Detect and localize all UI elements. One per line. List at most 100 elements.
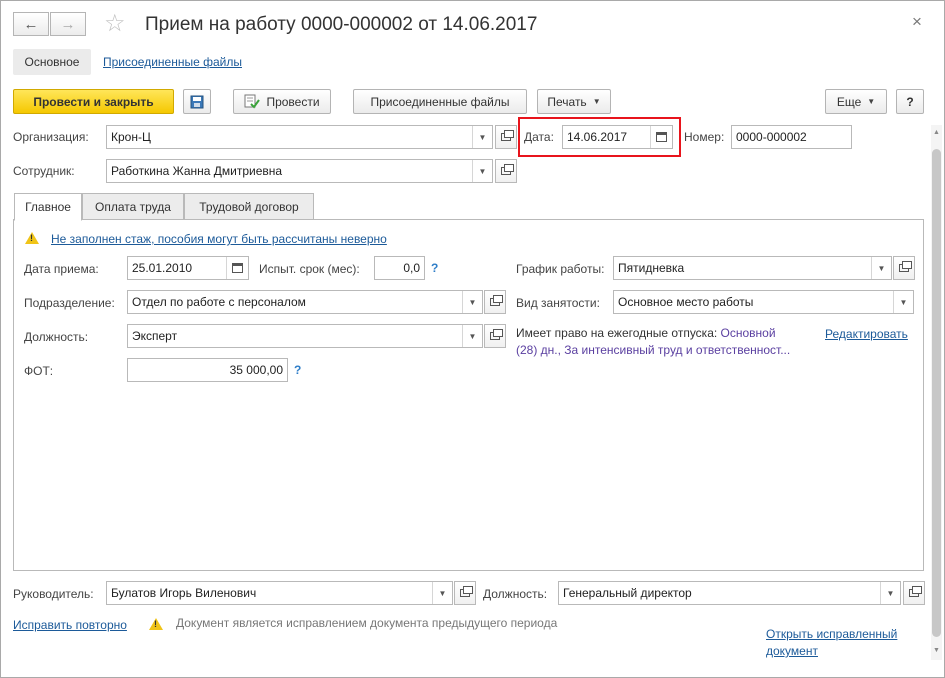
favorite-star-icon[interactable]: ☆	[104, 10, 126, 38]
position-label: Должность:	[24, 330, 89, 344]
schedule-value: Пятидневка	[618, 261, 685, 275]
open-corrected-document-link[interactable]: Открыть исправленный документ	[766, 626, 897, 660]
section-attached-files[interactable]: Присоединенные файлы	[103, 55, 242, 69]
position-value: Эксперт	[132, 329, 178, 343]
organization-value: Крон-Ц	[111, 130, 151, 144]
schedule-open-button[interactable]	[893, 256, 915, 280]
number-value: 0000-000002	[736, 130, 807, 144]
open-icon	[899, 261, 912, 272]
calendar-button[interactable]	[226, 257, 248, 279]
post-button-label: Провести	[266, 94, 320, 109]
manager-value: Булатов Игорь Виленович	[111, 586, 257, 600]
schedule-label: График работы:	[516, 262, 605, 276]
hire-date-label: Дата приема:	[24, 262, 99, 276]
employee-field[interactable]: Работкина Жанна Дмитриевна ▼	[106, 159, 493, 183]
manager-position-field[interactable]: Генеральный директор ▼	[558, 581, 901, 605]
date-highlight-box	[518, 117, 681, 157]
arrow-left-icon: ←	[23, 15, 39, 33]
manager-position-value: Генеральный директор	[563, 586, 692, 600]
scrollbar-thumb[interactable]	[932, 149, 941, 637]
save-button[interactable]	[183, 89, 211, 114]
open-icon	[490, 329, 503, 340]
fix-again-link[interactable]: Исправить повторно	[13, 618, 127, 632]
open-icon	[501, 164, 514, 175]
chevron-down-icon[interactable]: ▼	[472, 160, 492, 182]
chevron-down-icon[interactable]: ▼	[472, 126, 492, 148]
correction-note: Документ является исправлением документа…	[176, 616, 558, 630]
open-corrected-line-2: документ	[766, 644, 818, 658]
probation-help-icon[interactable]: ?	[431, 261, 438, 275]
position-open-button[interactable]	[484, 324, 506, 348]
probation-label: Испыт. срок (мес):	[259, 262, 360, 276]
post-icon	[244, 94, 261, 109]
employee-value: Работкина Жанна Дмитриевна	[111, 164, 283, 178]
attached-files-button[interactable]: Присоединенные файлы	[353, 89, 527, 114]
open-corrected-line-1: Открыть исправленный	[766, 627, 898, 641]
window-title: Прием на работу 0000-000002 от 14.06.201…	[145, 14, 538, 35]
probation-field[interactable]: 0,0	[374, 256, 425, 280]
post-button[interactable]: Провести	[233, 89, 331, 114]
open-icon	[460, 586, 473, 597]
manager-position-open-button[interactable]	[903, 581, 925, 605]
payroll-value: 35 000,00	[229, 363, 283, 377]
probation-value: 0,0	[403, 261, 420, 275]
vacation-value-details: (28) дн., За интенсивный труд и ответств…	[516, 343, 791, 357]
employee-label: Сотрудник:	[13, 164, 75, 178]
department-value: Отдел по работе с персоналом	[132, 295, 306, 309]
number-label: Номер:	[684, 130, 725, 144]
more-button-label: Еще	[836, 94, 862, 109]
employment-type-field[interactable]: Основное место работы ▼	[613, 290, 914, 314]
open-icon	[909, 586, 922, 597]
payroll-label: ФОТ:	[24, 364, 54, 378]
chevron-down-icon[interactable]: ▼	[462, 291, 482, 313]
department-open-button[interactable]	[484, 290, 506, 314]
edit-vacation-link[interactable]: Редактировать	[825, 327, 908, 341]
manager-open-button[interactable]	[454, 581, 476, 605]
payroll-help-icon[interactable]: ?	[294, 363, 301, 377]
more-button[interactable]: Еще ▼	[825, 89, 887, 114]
save-icon	[190, 95, 204, 108]
warning-icon	[149, 618, 163, 630]
department-field[interactable]: Отдел по работе с персоналом ▼	[127, 290, 483, 314]
forward-button[interactable]: →	[50, 12, 86, 36]
vacation-label: Имеет право на ежегодные отпуска:	[516, 326, 718, 340]
employment-type-label: Вид занятости:	[516, 296, 600, 310]
payroll-field[interactable]: 35 000,00	[127, 358, 288, 382]
tab-labor-contract[interactable]: Трудовой договор	[184, 193, 314, 220]
department-label: Подразделение:	[24, 296, 115, 310]
print-button[interactable]: Печать ▼	[537, 89, 611, 114]
organization-open-button[interactable]	[495, 125, 517, 149]
scroll-down-icon[interactable]: ▼	[932, 647, 941, 654]
open-icon	[501, 130, 514, 141]
back-button[interactable]: ←	[13, 12, 49, 36]
chevron-down-icon[interactable]: ▼	[880, 582, 900, 604]
number-field[interactable]: 0000-000002	[731, 125, 852, 149]
manager-field[interactable]: Булатов Игорь Виленович ▼	[106, 581, 453, 605]
hire-date-field[interactable]: 25.01.2010	[127, 256, 249, 280]
scroll-up-icon[interactable]: ▲	[932, 129, 941, 136]
manager-position-label: Должность:	[483, 587, 548, 601]
vacation-value: Основной	[720, 326, 776, 340]
experience-warning-link[interactable]: Не заполнен стаж, пособия могут быть рас…	[51, 232, 387, 246]
organization-field[interactable]: Крон-Ц ▼	[106, 125, 493, 149]
chevron-down-icon[interactable]: ▼	[871, 257, 891, 279]
chevron-down-icon: ▼	[592, 97, 601, 106]
close-icon[interactable]: ×	[912, 12, 922, 32]
print-button-label: Печать	[547, 94, 587, 109]
tab-payroll[interactable]: Оплата труда	[82, 193, 184, 220]
post-and-close-button[interactable]: Провести и закрыть	[13, 89, 174, 114]
chevron-down-icon: ▼	[867, 97, 876, 106]
calendar-icon	[232, 263, 243, 273]
section-main[interactable]: Основное	[13, 49, 91, 75]
employee-open-button[interactable]	[495, 159, 517, 183]
schedule-field[interactable]: Пятидневка ▼	[613, 256, 892, 280]
help-button[interactable]: ?	[896, 89, 924, 114]
chevron-down-icon[interactable]: ▼	[893, 291, 913, 313]
arrow-right-icon: →	[60, 15, 76, 33]
position-field[interactable]: Эксперт ▼	[127, 324, 483, 348]
open-icon	[490, 295, 503, 306]
employment-type-value: Основное место работы	[618, 295, 754, 309]
tab-main[interactable]: Главное	[14, 193, 82, 221]
chevron-down-icon[interactable]: ▼	[462, 325, 482, 347]
chevron-down-icon[interactable]: ▼	[432, 582, 452, 604]
